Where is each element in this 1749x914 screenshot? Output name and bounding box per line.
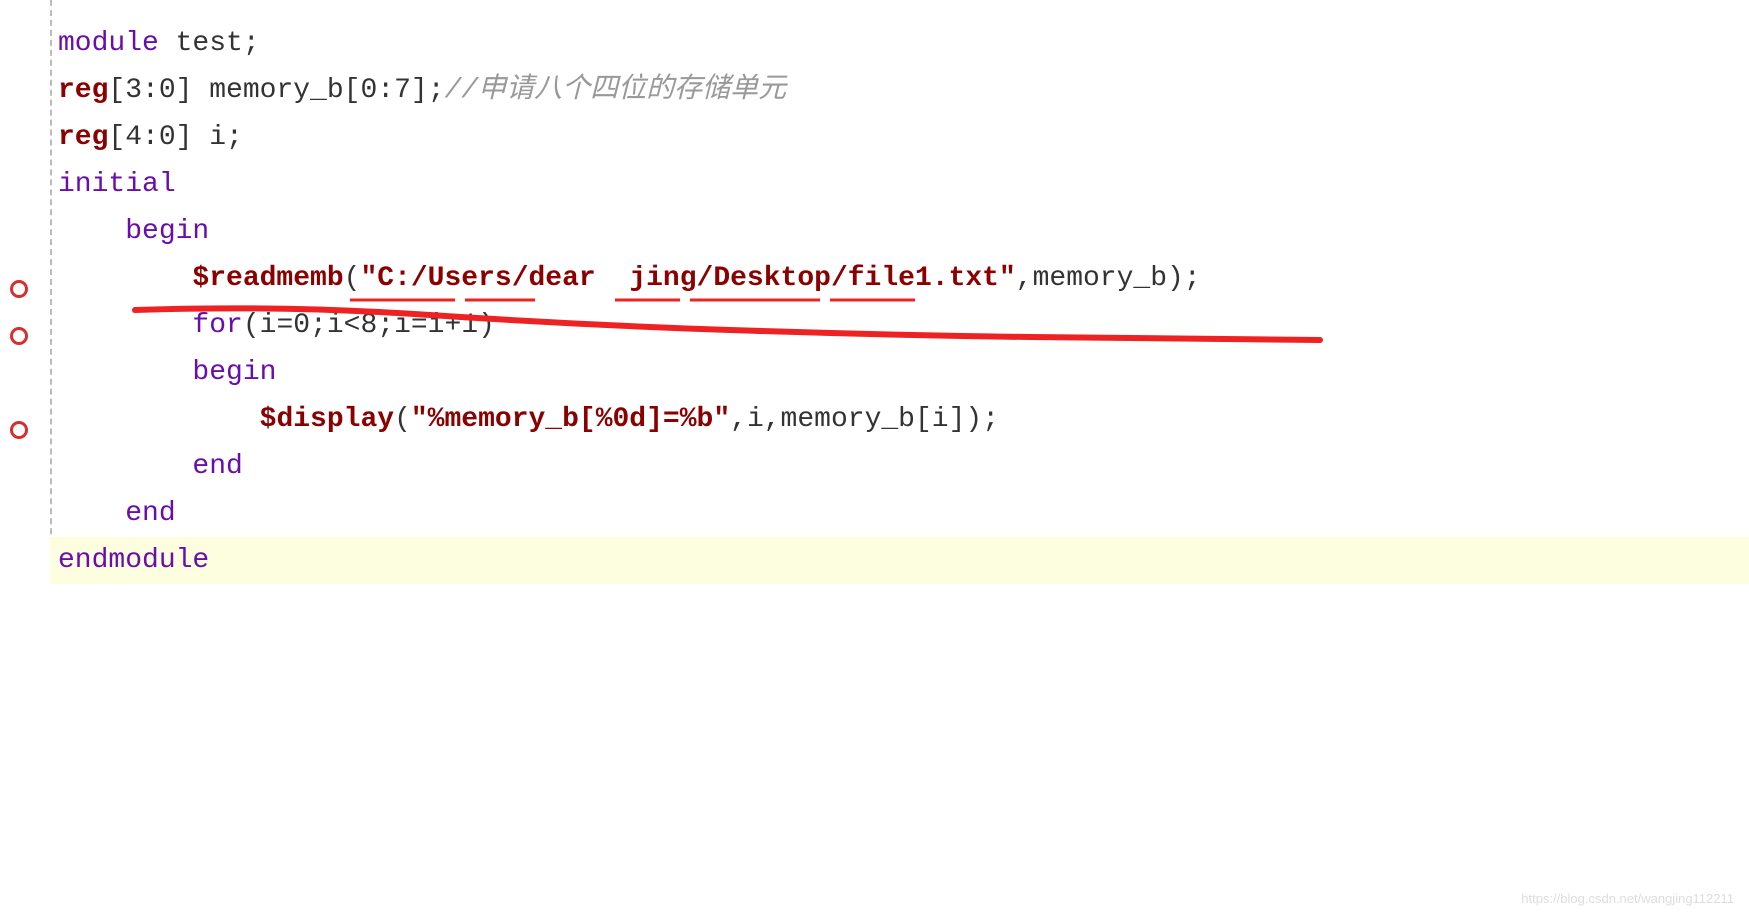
keyword-initial: initial xyxy=(58,169,176,200)
system-task-readmemb: $readmemb xyxy=(192,263,343,294)
identifier: memory_b xyxy=(192,75,343,106)
watermark: https://blog.csdn.net/wangjing112211 xyxy=(1521,891,1734,906)
indent xyxy=(58,451,192,482)
string-literal: "%memory_b[%0d]=%b" xyxy=(411,404,730,435)
code-line[interactable]: reg[3:0] memory_b[0:7];//申请八个四位的存储单元 xyxy=(50,67,1749,114)
keyword-reg: reg xyxy=(58,122,108,153)
indent xyxy=(58,498,125,529)
comma: , xyxy=(1016,263,1033,294)
identifier: test xyxy=(159,28,243,59)
paren-open: ( xyxy=(394,404,411,435)
paren-close: ) xyxy=(1167,263,1184,294)
semicolon: ; xyxy=(1184,263,1201,294)
keyword-endmodule: endmodule xyxy=(58,545,209,576)
code-line[interactable]: reg[4:0] i; xyxy=(50,114,1749,161)
keyword-for: for xyxy=(192,310,242,341)
system-task-display: $display xyxy=(260,404,394,435)
paren-open: ( xyxy=(344,263,361,294)
semicolon: ; xyxy=(982,404,999,435)
comment: //申请八个四位的存储单元 xyxy=(445,75,787,106)
indent xyxy=(58,404,260,435)
code-line[interactable]: begin xyxy=(50,208,1749,255)
keyword-begin: begin xyxy=(192,357,276,388)
code-line-highlighted[interactable]: endmodule xyxy=(50,537,1749,584)
args: ,i,memory_b[i]) xyxy=(730,404,982,435)
semicolon: ; xyxy=(243,28,260,59)
keyword-end: end xyxy=(192,451,242,482)
range: [3:0] xyxy=(108,75,192,106)
keyword-begin: begin xyxy=(125,216,209,247)
index: [0:7] xyxy=(344,75,428,106)
code-line[interactable]: end xyxy=(50,443,1749,490)
code-line[interactable]: begin xyxy=(50,349,1749,396)
indent xyxy=(58,357,192,388)
for-condition: (i=0;i<8;i=i+1) xyxy=(243,310,495,341)
code-line[interactable]: end xyxy=(50,490,1749,537)
indent xyxy=(58,263,192,294)
identifier: memory_b xyxy=(1033,263,1167,294)
semicolon: ; xyxy=(428,75,445,106)
keyword-module: module xyxy=(58,28,159,59)
code-line[interactable]: for(i=0;i<8;i=i+1) xyxy=(50,302,1749,349)
range: [4:0] xyxy=(108,122,192,153)
indent xyxy=(58,310,192,341)
keyword-end: end xyxy=(125,498,175,529)
code-line[interactable]: $display("%memory_b[%0d]=%b",i,memory_b[… xyxy=(50,396,1749,443)
code-editor[interactable]: module test; reg[3:0] memory_b[0:7];//申请… xyxy=(0,0,1749,584)
code-line[interactable]: module test; xyxy=(50,20,1749,67)
identifier: i xyxy=(192,122,226,153)
string-literal: "C:/Users/dear jing/Desktop/file1.txt" xyxy=(360,263,1015,294)
indent xyxy=(58,216,125,247)
breakpoint-marker[interactable] xyxy=(10,280,28,298)
keyword-reg: reg xyxy=(58,75,108,106)
semicolon: ; xyxy=(226,122,243,153)
code-area[interactable]: module test; reg[3:0] memory_b[0:7];//申请… xyxy=(50,20,1749,584)
code-line[interactable]: initial xyxy=(50,161,1749,208)
breakpoint-marker[interactable] xyxy=(10,421,28,439)
breakpoint-marker[interactable] xyxy=(10,327,28,345)
code-line[interactable]: $readmemb("C:/Users/dear jing/Desktop/fi… xyxy=(50,255,1749,302)
